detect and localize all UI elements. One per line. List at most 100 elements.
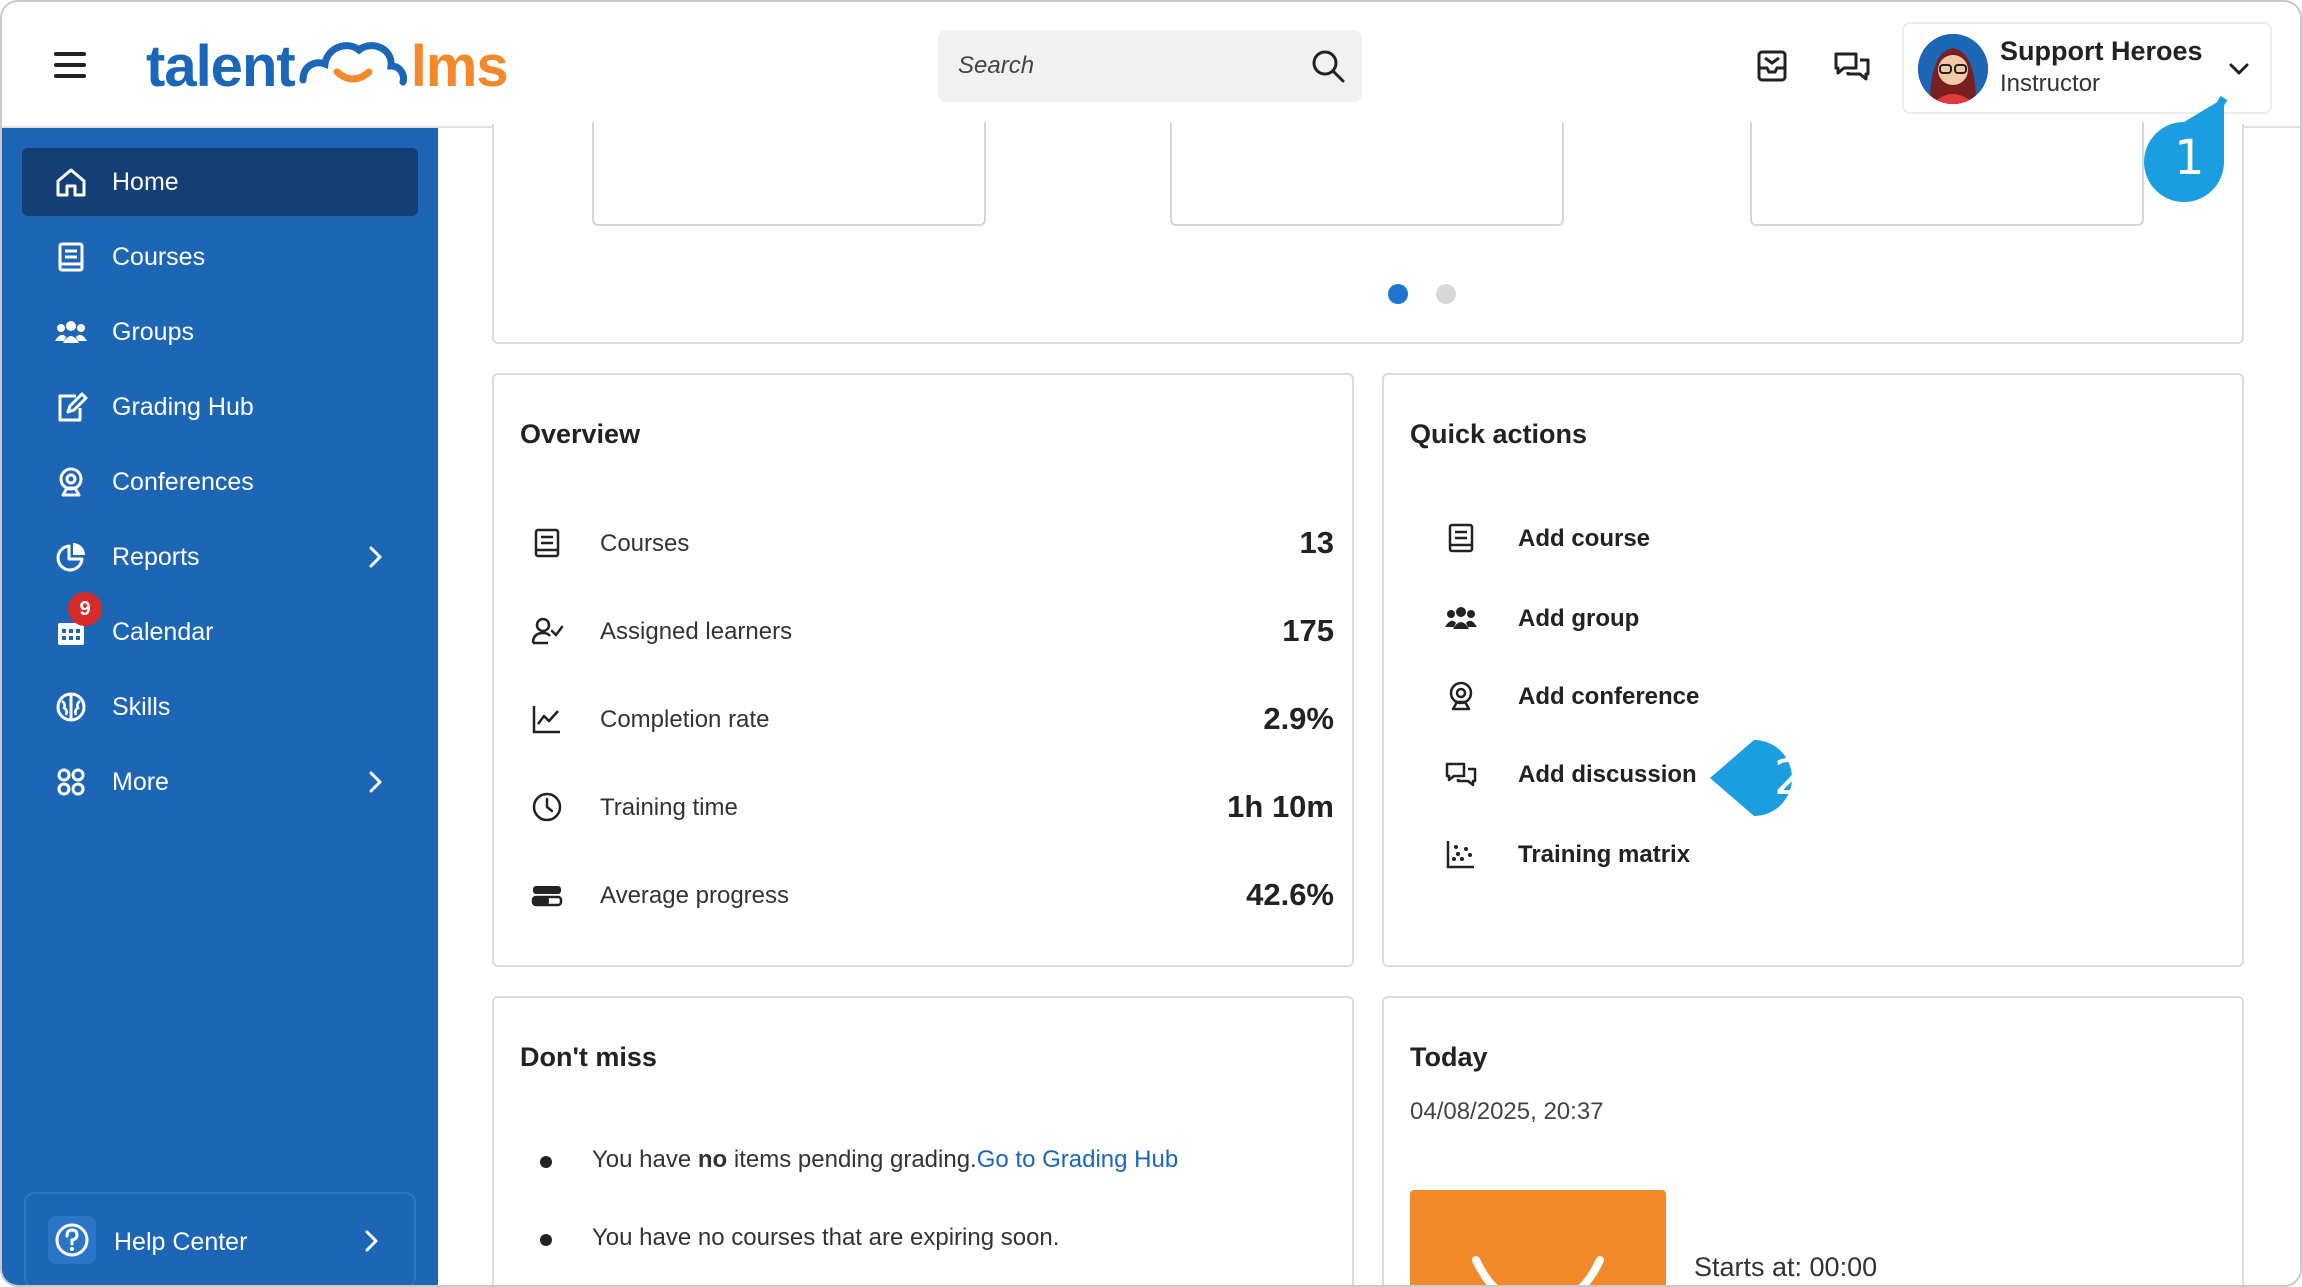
sidebar-item-groups[interactable]: Groups (22, 298, 418, 366)
event-graphic-icon (1472, 1256, 1604, 1285)
brain-icon (56, 692, 86, 722)
chat-icon[interactable] (1832, 46, 1872, 86)
chevron-down-icon[interactable] (2226, 56, 2252, 82)
quick-action-label: Add course (1518, 525, 1651, 552)
sidebar-item-grading-hub[interactable]: Grading Hub (22, 373, 418, 441)
help-center-label: Help Center (114, 1228, 248, 1256)
sidebar-item-courses[interactable]: Courses (22, 223, 418, 291)
quick-actions-panel: Quick actions Add course Add group Add c… (1382, 373, 2244, 967)
sidebar-item-reports[interactable]: Reports (22, 523, 418, 591)
quick-action-label: Add discussion (1518, 761, 1697, 788)
grid-icon (57, 768, 85, 796)
sidebar-item-calendar[interactable]: 9 Calendar (22, 592, 418, 666)
overview-row-completion: Completion rate 2.9% (520, 699, 1334, 739)
overview-label: Completion rate (600, 706, 770, 733)
pending-grading-text: You have no items pending grading.Go to … (592, 1146, 1178, 1174)
inbox-icon[interactable] (1752, 46, 1792, 86)
user-role: Instructor (2000, 70, 2101, 97)
quick-actions-title: Quick actions (1410, 419, 1588, 449)
grading-icon (58, 392, 88, 422)
overview-value: 1h 10m (1227, 789, 1334, 824)
carousel-card[interactable] (1170, 122, 1564, 226)
grading-hub-link[interactable]: Go to Grading Hub (977, 1146, 1178, 1173)
sidebar-item-label: Groups (112, 318, 194, 346)
avatar (1918, 34, 1988, 104)
bullet (540, 1156, 552, 1168)
sidebar-item-label: Calendar (112, 618, 214, 646)
webcam-icon (59, 467, 83, 497)
overview-label: Assigned learners (600, 618, 793, 645)
bullet (540, 1234, 552, 1246)
overview-label: Courses (600, 530, 690, 557)
today-date: 04/08/2025, 20:37 (1410, 1098, 1604, 1125)
calendar-badge: 9 (68, 592, 102, 626)
top-header: talent lms Search Support Heroes Instruc… (2, 2, 2300, 128)
event-start-time: Starts at: 00:00 (1694, 1252, 1878, 1282)
sidebar-item-skills[interactable]: Skills (22, 673, 418, 741)
user-check-icon (531, 617, 564, 645)
sidebar-item-home[interactable]: Home (22, 148, 418, 216)
event-tile[interactable] (1410, 1190, 1666, 1285)
home-icon (56, 168, 86, 197)
sidebar: Home Courses Groups Grading Hub Conferen… (2, 128, 438, 1285)
text-fragment: items pending grading. (727, 1146, 977, 1173)
dont-miss-title: Don't miss (520, 1042, 657, 1072)
overview-value: 13 (1299, 525, 1334, 560)
sidebar-item-label: Grading Hub (112, 393, 254, 421)
menu-icon[interactable] (54, 52, 86, 80)
chart-line-icon (532, 706, 560, 734)
quick-action-label: Add group (1518, 605, 1640, 632)
quick-action-label: Add conference (1518, 683, 1700, 710)
sidebar-item-conferences[interactable]: Conferences (22, 448, 418, 516)
search-input[interactable]: Search (938, 30, 1362, 102)
search-icon[interactable] (1310, 48, 1346, 84)
sidebar-item-label: Conferences (112, 468, 254, 496)
sidebar-item-more[interactable]: More (22, 748, 418, 816)
quick-action-label: Training matrix (1518, 841, 1691, 868)
overview-row-avg-progress: Average progress 42.6% (520, 875, 1334, 915)
dont-miss-panel: Don't miss You have no items pending gra… (492, 996, 1354, 1285)
help-icon (48, 1216, 96, 1264)
callout-marker-1: 1 (2138, 95, 2228, 206)
carousel-panel (492, 122, 2244, 344)
callout-pin-icon (1710, 740, 1792, 816)
overview-label: Training time (600, 794, 738, 821)
logo-text-talent: talent (146, 33, 296, 99)
overview-value: 42.6% (1246, 877, 1334, 912)
search-placeholder: Search (958, 52, 1035, 79)
chevron-right-icon (369, 546, 382, 568)
carousel-card[interactable] (592, 122, 986, 226)
text-bold-fragment: no (697, 1146, 728, 1173)
help-center-button[interactable]: Help Center (24, 1192, 416, 1285)
logo-text-lms: lms (410, 33, 509, 99)
sidebar-item-label: Reports (112, 543, 200, 571)
carousel-dot[interactable] (1436, 284, 1456, 304)
clock-icon (532, 792, 562, 822)
scatter-icon (1446, 841, 1474, 869)
users-icon (55, 321, 87, 343)
callout-marker-2: 2 (1708, 736, 1828, 820)
sidebar-item-label: More (112, 768, 169, 796)
overview-row-training-time: Training time 1h 10m (520, 787, 1334, 827)
callout-number: 2 (1774, 750, 1805, 806)
expiring-courses-text: You have no courses that are expiring so… (592, 1224, 1060, 1251)
carousel-dot-active[interactable] (1388, 284, 1408, 304)
chevron-right-icon (365, 1230, 378, 1252)
talentlms-logo[interactable]: talent lms (146, 30, 509, 102)
overview-value: 2.9% (1263, 701, 1334, 736)
user-name: Support Heroes (2000, 36, 2203, 66)
progress-icon (531, 886, 563, 907)
overview-panel: Overview Courses 13 Assigned learners 17… (492, 373, 1354, 967)
carousel-card[interactable] (1750, 122, 2144, 226)
sidebar-item-label: Skills (112, 693, 171, 721)
callout-number: 1 (2174, 130, 2205, 186)
sidebar-item-label: Home (112, 168, 179, 196)
main-content: Overview Courses 13 Assigned learners 17… (438, 122, 2300, 1285)
overview-row-courses: Courses 13 (520, 523, 1334, 563)
today-title: Today (1410, 1042, 1488, 1072)
book-icon (534, 528, 560, 558)
chat-icon (1445, 762, 1477, 787)
overview-label: Average progress (600, 882, 789, 909)
overview-value: 175 (1282, 613, 1334, 648)
text-fragment: You have (592, 1146, 698, 1173)
